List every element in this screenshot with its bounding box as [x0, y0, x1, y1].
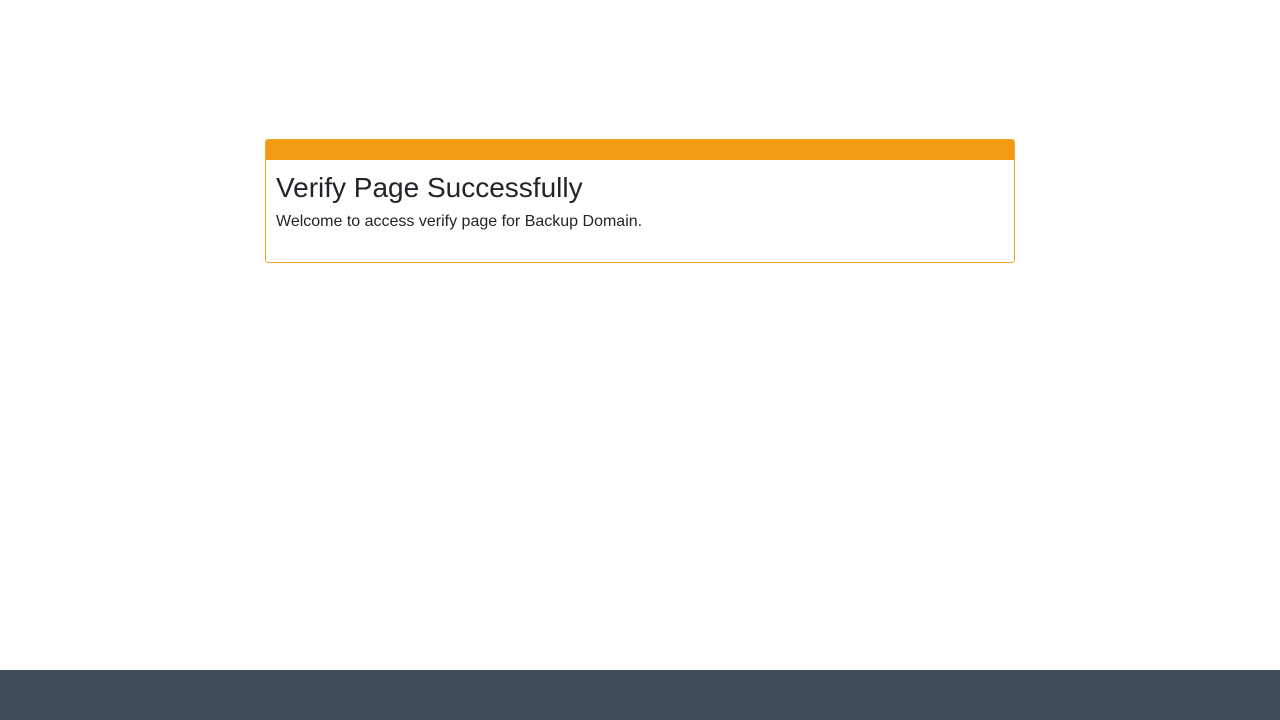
verify-card: Verify Page Successfully Welcome to acce…	[265, 139, 1015, 263]
card-header-bar	[266, 140, 1014, 160]
card-body: Verify Page Successfully Welcome to acce…	[266, 160, 1014, 232]
page: Verify Page Successfully Welcome to acce…	[0, 0, 1280, 720]
card-message: Welcome to access verify page for Backup…	[276, 213, 643, 230]
card-title: Verify Page Successfully	[276, 172, 583, 203]
footer-bar	[0, 670, 1280, 720]
